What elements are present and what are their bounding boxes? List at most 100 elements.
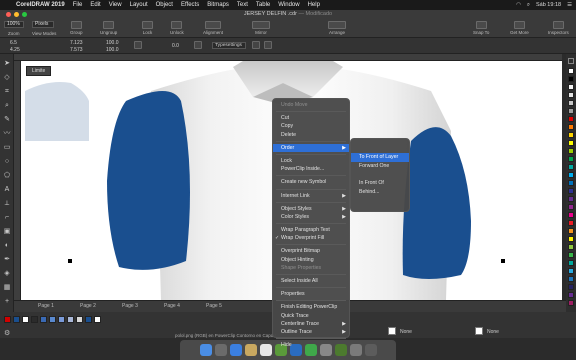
menu-app-name[interactable]: CorelDRAW 2019	[12, 2, 69, 8]
document-color-swatch[interactable]	[85, 316, 92, 323]
document-color-swatch[interactable]	[40, 316, 47, 323]
artistic-media-icon[interactable]: 〰	[3, 130, 11, 138]
palette-swatch[interactable]	[568, 284, 574, 290]
polygon-tool-icon[interactable]: ⬠	[3, 172, 11, 180]
context-menu-item[interactable]: Order ▶	[273, 143, 349, 152]
palette-swatch[interactable]	[568, 124, 574, 130]
context-menu-item[interactable]: Create new Symbol	[273, 178, 349, 186]
context-menu-item[interactable]: Cut	[273, 114, 349, 122]
add-tool-icon[interactable]: +	[3, 298, 11, 306]
ellipse-tool-icon[interactable]: ○	[3, 158, 11, 166]
drop-shadow-icon[interactable]: ▣	[3, 228, 11, 236]
transparency-tool-icon[interactable]: ◐	[3, 242, 11, 250]
context-menu-item[interactable]: Object Hinting	[273, 256, 349, 264]
context-menu-item[interactable]: Outline Trace ▶	[273, 328, 349, 336]
context-menu-item[interactable]: Centerline Trace ▶	[273, 320, 349, 328]
palette-swatch[interactable]	[568, 196, 574, 202]
left-sleeve[interactable]	[107, 91, 190, 270]
zoom-tool-icon[interactable]: ⌕	[3, 102, 11, 110]
notes-icon[interactable]	[244, 344, 257, 356]
document-color-swatch[interactable]	[94, 316, 101, 323]
control-center-icon[interactable]: ☰	[567, 2, 572, 8]
wrap-text-icon[interactable]	[252, 41, 260, 49]
context-menu-item[interactable]: Quick Trace	[273, 312, 349, 320]
palette-swatch[interactable]	[568, 164, 574, 170]
page-tab-5[interactable]: Page 5	[206, 303, 222, 309]
inspectors-button[interactable]: Inspectors	[548, 21, 569, 35]
scale-height-field[interactable]: 100.0	[106, 47, 119, 53]
menu-window[interactable]: Window	[274, 2, 303, 8]
interactive-fill-icon[interactable]: ◈	[3, 270, 11, 278]
palette-swatch[interactable]	[568, 76, 574, 82]
font-dropdown[interactable]: Typesettings	[212, 42, 246, 49]
freehand-tool-icon[interactable]: ✎	[3, 116, 11, 124]
height-field[interactable]: 7.573	[70, 47, 83, 53]
page-tab-1[interactable]: Page 1	[38, 303, 54, 309]
smart-fill-icon[interactable]: ▦	[3, 284, 11, 292]
context-menu-item[interactable]: PowerClip Inside...	[273, 165, 349, 173]
context-menu-item[interactable]: Lock	[273, 157, 349, 165]
connector-tool-icon[interactable]: ⌐	[3, 214, 11, 222]
context-menu-item[interactable]: Hide	[273, 341, 349, 349]
palette-swatch[interactable]	[568, 116, 574, 122]
unlock-button[interactable]: Unlock	[170, 21, 184, 35]
crop-tool-icon[interactable]: ⌗	[3, 88, 11, 96]
document-color-swatch[interactable]	[4, 316, 11, 323]
right-sleeve[interactable]	[402, 127, 471, 279]
menu-table[interactable]: Table	[252, 2, 274, 8]
menu-object[interactable]: Object	[152, 2, 177, 8]
document-color-swatch[interactable]	[13, 316, 20, 323]
palette-swatch[interactable]	[568, 132, 574, 138]
text-tool-icon[interactable]: A	[3, 186, 11, 194]
context-menu-item[interactable]: Internet Link ▶	[273, 192, 349, 200]
shape-tool-icon[interactable]: ◇	[3, 74, 11, 82]
ungroup-button[interactable]: Ungroup	[100, 21, 117, 35]
vertical-ruler[interactable]	[14, 61, 21, 300]
width-field[interactable]: 7.123	[70, 40, 83, 46]
submenu-item-forward-one[interactable]: Forward One	[351, 162, 409, 171]
menu-view[interactable]: View	[105, 2, 126, 8]
palette-swatch[interactable]	[568, 212, 574, 218]
parallel-dimension-icon[interactable]: ⟂	[3, 200, 11, 208]
palette-swatch[interactable]	[568, 68, 574, 74]
finder-icon[interactable]	[199, 344, 212, 356]
submenu-item-in-front-of[interactable]: In Front Of	[351, 179, 409, 188]
submenu-item-behind[interactable]: Behind...	[351, 188, 409, 197]
palette-swatch[interactable]	[568, 292, 574, 298]
fill-color-indicator[interactable]	[388, 327, 396, 335]
rectangle-tool-icon[interactable]: ▭	[3, 144, 11, 152]
pick-tool-icon[interactable]: ➤	[3, 60, 11, 68]
palette-swatch[interactable]	[568, 108, 574, 114]
palette-swatch[interactable]	[568, 84, 574, 90]
document-color-swatch[interactable]	[49, 316, 56, 323]
outline-color-indicator[interactable]	[475, 327, 483, 335]
context-menu-item[interactable]: Properties	[273, 290, 349, 298]
context-menu-item[interactable]: Finish Editing PowerClip	[273, 303, 349, 311]
palette-swatch[interactable]	[568, 252, 574, 258]
launchpad-icon[interactable]	[214, 344, 227, 356]
settings-gear-icon[interactable]: ⚙	[4, 329, 10, 337]
search-icon[interactable]: ⌕	[527, 2, 530, 9]
menu-effects[interactable]: Effects	[177, 2, 203, 8]
context-menu-item[interactable]: Copy	[273, 122, 349, 130]
submenu-item-to-front-of-layer[interactable]: To Front of Layer	[351, 153, 409, 162]
context-menu-item[interactable]: Wrap Paragraph Text	[273, 226, 349, 234]
menu-file[interactable]: File	[69, 2, 87, 8]
context-menu-item[interactable]: Select Inside All	[273, 277, 349, 285]
context-menu-item[interactable]: Object Styles ▶	[273, 205, 349, 213]
downloads-icon[interactable]	[349, 344, 362, 356]
context-menu-item[interactable]: Wrap Overprint Fill ✓	[273, 234, 349, 242]
horizontal-ruler[interactable]	[14, 54, 562, 61]
mirror-horizontal-icon[interactable]	[194, 41, 202, 49]
scale-width-field[interactable]: 100.0	[106, 40, 119, 46]
get-more-button[interactable]: Get More	[510, 21, 529, 35]
palette-swatch[interactable]	[568, 100, 574, 106]
x-position-field[interactable]: 6.5	[10, 40, 17, 46]
palette-swatch[interactable]	[568, 180, 574, 186]
menu-help[interactable]: Help	[304, 2, 324, 8]
palette-swatch[interactable]	[568, 156, 574, 162]
palette-swatch[interactable]	[568, 148, 574, 154]
lock-button[interactable]: Lock	[142, 21, 153, 35]
mirror-button[interactable]: Mirror	[252, 21, 270, 35]
group-button[interactable]: Group	[70, 21, 83, 35]
